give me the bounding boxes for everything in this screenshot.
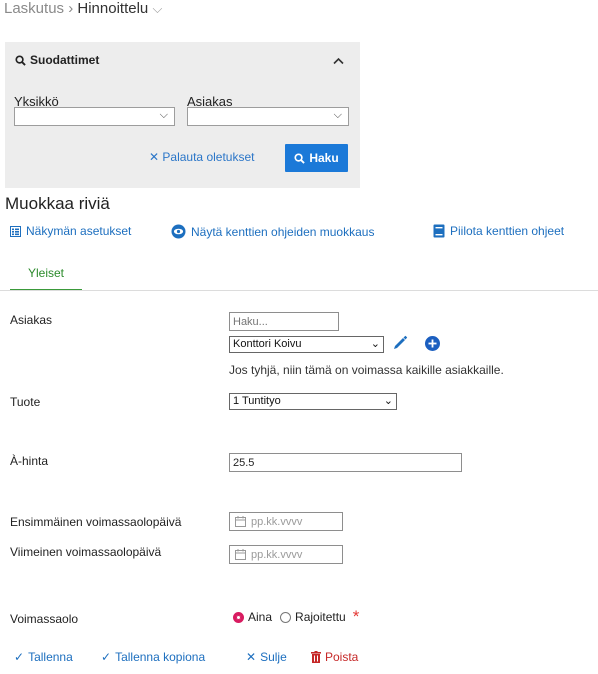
list-icon (10, 225, 21, 237)
chevron-down-icon: ⌵ (159, 109, 168, 121)
valid-from-label: Ensimmäinen voimassaolopäivä (10, 515, 182, 529)
close-button[interactable]: ✕ Sulje (246, 650, 287, 664)
chevron-down-icon[interactable]: ⌵ (152, 1, 162, 16)
search-icon (15, 54, 26, 66)
view-settings-label: Näkymän asetukset (26, 224, 132, 238)
check-icon: ✓ (14, 650, 25, 664)
product-select-value: 1 Tuntityo (233, 395, 281, 407)
filter-title: Suodattimet (30, 53, 100, 67)
search-icon (294, 152, 306, 164)
page-title: Muokkaa riviä (5, 194, 110, 213)
close-label: Sulje (260, 650, 287, 664)
chevron-down-icon: ⌄ (383, 395, 393, 407)
radio-limited-label[interactable]: Rajoitettu (295, 610, 346, 624)
valid-from-placeholder: pp.kk.vvvv (251, 515, 303, 528)
chevron-down-icon: ⌵ (333, 109, 342, 121)
validity-label: Voimassaolo (10, 612, 79, 626)
breadcrumb-separator: › (68, 0, 74, 17)
validity-options: Aina Rajoitettu * (233, 607, 360, 626)
pencil-icon[interactable] (392, 335, 408, 354)
product-label: Tuote (10, 395, 41, 409)
customer-search-input[interactable] (229, 312, 339, 331)
close-icon: ✕ (149, 150, 160, 164)
book-icon (433, 224, 445, 238)
unit-price-input[interactable] (229, 453, 462, 472)
save-button[interactable]: ✓ Tallenna (14, 650, 73, 664)
show-help-editing-link[interactable]: Näytä kenttien ohjeiden muokkaus (171, 224, 374, 239)
breadcrumb-parent[interactable]: Laskutus (4, 0, 64, 17)
required-asterisk: * (352, 607, 360, 626)
hide-help-label: Piilota kenttien ohjeet (450, 224, 565, 238)
customer-select[interactable]: Konttori Koivu ⌄ (229, 336, 384, 353)
valid-to-field[interactable]: pp.kk.vvvv (229, 545, 343, 564)
valid-from-field[interactable]: pp.kk.vvvv (229, 512, 343, 531)
product-select[interactable]: 1 Tuntityo ⌄ (229, 393, 397, 410)
customer-select-value: Konttori Koivu (233, 338, 302, 350)
save-copy-button[interactable]: ✓ Tallenna kopiona (101, 650, 205, 664)
show-help-editing-label: Näytä kenttien ohjeiden muokkaus (191, 224, 375, 239)
tab-divider (0, 290, 598, 291)
delete-label: Poista (325, 650, 359, 664)
chevron-down-icon: ⌄ (370, 338, 380, 350)
trash-icon (311, 651, 321, 663)
eye-icon (171, 224, 186, 239)
tab-general[interactable]: Yleiset (10, 263, 82, 291)
close-icon: ✕ (246, 650, 257, 664)
radio-always[interactable] (233, 611, 244, 623)
reset-defaults-link[interactable]: ✕ Palauta oletukset (149, 150, 254, 164)
calendar-icon (235, 516, 246, 527)
check-icon: ✓ (101, 650, 112, 664)
chevron-up-icon[interactable] (333, 52, 344, 68)
filter-panel: Suodattimet Yksikkö ⌵ Asiakas ⌵ ✕ Palaut… (5, 42, 360, 188)
hide-help-link[interactable]: Piilota kenttien ohjeet (433, 224, 564, 238)
view-settings-link[interactable]: Näkymän asetukset (10, 224, 131, 238)
unit-select[interactable]: ⌵ (14, 107, 175, 126)
filter-header[interactable]: Suodattimet (15, 53, 99, 67)
customer-hint: Jos tyhjä, niin tämä on voimassa kaikill… (229, 363, 504, 377)
unit-price-label: À-hinta (10, 454, 49, 468)
customer-filter-select[interactable]: ⌵ (187, 107, 349, 126)
radio-always-label[interactable]: Aina (248, 610, 272, 624)
delete-button[interactable]: Poista (311, 650, 358, 664)
reset-defaults-label: Palauta oletukset (162, 150, 255, 164)
breadcrumb: Laskutus › Hinnoittelu ⌵ (4, 0, 162, 17)
add-icon[interactable] (425, 336, 440, 354)
breadcrumb-current[interactable]: Hinnoittelu (77, 0, 148, 17)
customer-label: Asiakas (10, 313, 53, 327)
search-button[interactable]: Haku (285, 144, 348, 172)
valid-to-placeholder: pp.kk.vvvv (251, 548, 303, 561)
save-copy-label: Tallenna kopiona (115, 650, 206, 664)
search-button-label: Haku (309, 151, 339, 165)
valid-to-label: Viimeinen voimassaolopäivä (10, 545, 162, 559)
calendar-icon (235, 549, 246, 560)
save-label: Tallenna (28, 650, 73, 664)
radio-limited[interactable] (280, 611, 292, 623)
